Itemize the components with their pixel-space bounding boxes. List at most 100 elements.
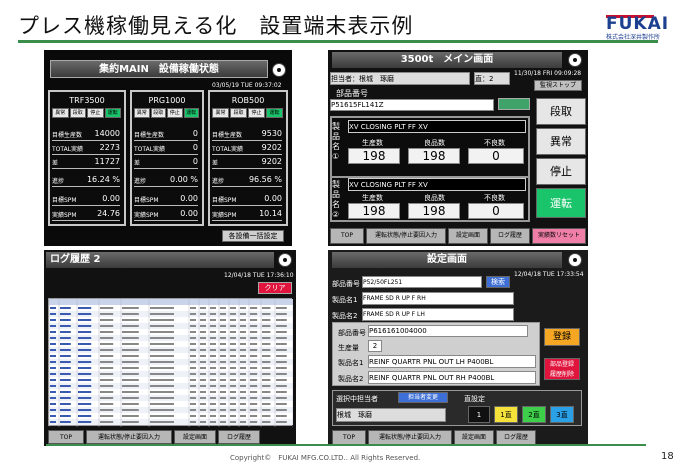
status-error-button[interactable]: 異常 (536, 128, 586, 155)
log-table-cell (200, 409, 206, 411)
metric-value: 2273 (99, 143, 120, 152)
reg-quantity-field[interactable]: 2 (368, 340, 382, 352)
log-table-cell (230, 325, 236, 327)
tab-log[interactable]: ログ履歴 (490, 228, 530, 244)
log-table-cell (122, 343, 139, 345)
reg-name1-field[interactable]: REINF QUARTR PNL OUT LH P400BL (368, 355, 536, 368)
metric-underline (134, 140, 198, 141)
log-table-cell (50, 409, 56, 411)
status-run-button[interactable]: 運転 (536, 188, 586, 218)
tab-status-input[interactable]: 運転状態/停止要因入力 (368, 430, 452, 445)
tab-status-input[interactable]: 運転状態/停止要因入力 (86, 430, 172, 444)
shift-1-button[interactable]: 1直 (494, 406, 518, 423)
bulk-setting-button[interactable]: 各設備一括設定 (222, 230, 284, 242)
metric-value: 10.14 (259, 209, 282, 218)
screen3-titlebar: ログ履歴 2 (46, 252, 274, 268)
log-table-cell (190, 421, 196, 423)
operator-label: 担当者： (331, 75, 359, 83)
machine-name: ROB500 (231, 96, 265, 105)
tab-log[interactable]: ログ履歴 (218, 430, 260, 444)
reset-count-button[interactable]: 実績数リセット (532, 228, 586, 244)
metric-underline (212, 140, 282, 141)
register-button[interactable]: 登録 (544, 328, 580, 346)
tab-top[interactable]: TOP (332, 430, 366, 445)
shift-setting-label: 直設定 (464, 395, 485, 403)
log-table-cell (240, 349, 246, 351)
log-table-cell (190, 409, 196, 411)
eye-icon[interactable] (272, 63, 286, 77)
metric-value: 9202 (261, 157, 282, 166)
log-table-cell (150, 391, 174, 393)
part-select-button[interactable] (498, 98, 530, 110)
log-table-cell (50, 379, 56, 381)
change-operator-button[interactable]: 担当者変更 (398, 392, 448, 403)
log-table-cell (78, 385, 92, 387)
log-table-cell (250, 379, 258, 381)
tab-settings[interactable]: 設定画面 (448, 228, 488, 244)
search-name1-field: FRAME SD R UP F RH (362, 292, 514, 305)
log-table-cell (122, 331, 139, 333)
log-table-cell (122, 361, 139, 363)
metric-underline (212, 168, 282, 169)
log-table-cell (190, 331, 196, 333)
reg-part-field[interactable]: P616161004000 (368, 325, 528, 337)
log-table-cell (150, 361, 174, 363)
eye-icon[interactable] (568, 53, 582, 67)
log-table-cell (100, 349, 114, 351)
log-table-cell (50, 397, 56, 399)
log-table-cell (60, 307, 71, 309)
search-button[interactable]: 検索 (486, 276, 510, 288)
eye-icon[interactable] (278, 253, 292, 267)
tab-status-input[interactable]: 運転状態/停止要因入力 (366, 228, 446, 244)
log-table-cell (150, 307, 174, 309)
tab-top[interactable]: TOP (48, 430, 84, 444)
log-table-cell (210, 373, 216, 375)
log-table-cell (262, 313, 271, 315)
log-table-cell (262, 367, 271, 369)
metric-value: 0.00 (180, 194, 198, 203)
log-table-cell (240, 343, 246, 345)
tab-top[interactable]: TOP (330, 228, 364, 244)
reg-name2-field[interactable]: REINF QUARTR PNL OUT RH P400BL (368, 371, 536, 384)
log-table-cell (200, 319, 206, 321)
tab-settings[interactable]: 設定画面 (174, 430, 216, 444)
log-table-cell (50, 421, 56, 423)
delete-history-button[interactable]: 部品登録 履歴削除 (544, 358, 580, 380)
log-table-cell (150, 403, 174, 405)
slide-title: プレス機稼働見える化 設置端末表示例 (18, 14, 414, 38)
log-table-cell (276, 343, 287, 345)
part-number-field[interactable]: P51615FL141Z (330, 99, 494, 111)
log-table-cell (190, 391, 196, 393)
log-table-cell (60, 319, 71, 321)
shift-2-button[interactable]: 2直 (522, 406, 546, 423)
screen4-datetime: 12/04/18 TUE 17:33:54 (514, 271, 584, 278)
monitor-stop-button[interactable]: 監視ストップ (534, 80, 582, 91)
log-table-cell (50, 403, 56, 405)
clear-button[interactable]: クリア (258, 282, 292, 294)
metric-underline (134, 168, 198, 169)
status-stop-button[interactable]: 停止 (536, 158, 586, 185)
log-table-cell (100, 325, 114, 327)
log-table-cell (276, 349, 287, 351)
search-part-field[interactable]: P52/50FL251 (362, 276, 482, 288)
log-table-cell (200, 391, 206, 393)
shift-value: 2 (489, 75, 494, 83)
screen-3500t-main: 3500t メイン画面 担当者：根城 琢磨 直：2 11/30/18 FRI 0… (328, 50, 588, 246)
tab-settings[interactable]: 設定画面 (454, 430, 494, 445)
log-table-cell (200, 403, 206, 405)
metric-value: 0.00 (180, 209, 198, 218)
log-table-cell (190, 385, 196, 387)
metric-underline (134, 220, 198, 221)
log-table-cell (100, 403, 114, 405)
shift-3-button[interactable]: 3直 (550, 406, 574, 423)
log-table-cell (200, 421, 206, 423)
log-table-cell (230, 355, 236, 357)
log-table-cell (250, 397, 258, 399)
log-table (48, 298, 294, 427)
log-table-cell (150, 355, 174, 357)
eye-icon[interactable] (568, 253, 582, 267)
log-table-cell (200, 361, 206, 363)
tab-log[interactable]: ログ履歴 (496, 430, 536, 445)
status-setup-button[interactable]: 段取 (536, 98, 586, 125)
product2-col-header-1: 良品数 (424, 194, 445, 202)
